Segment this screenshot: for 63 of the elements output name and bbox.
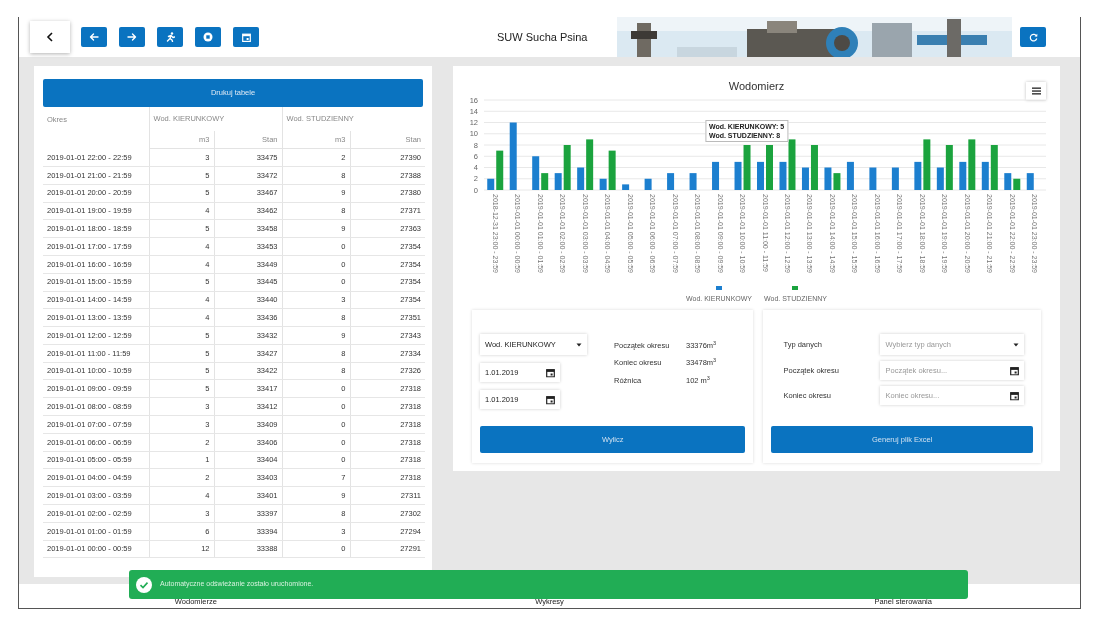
bar[interactable] <box>833 173 841 190</box>
bar[interactable] <box>599 178 607 190</box>
bar[interactable] <box>689 173 697 190</box>
bar[interactable] <box>914 161 922 190</box>
bar[interactable] <box>734 161 742 190</box>
bar[interactable] <box>788 139 796 190</box>
bar[interactable] <box>541 173 549 190</box>
chevron-left-icon <box>46 32 54 42</box>
bar[interactable] <box>757 161 764 190</box>
toolbar-button[interactable] <box>157 27 183 47</box>
app-title: SUW Sucha Psina <box>497 29 589 45</box>
bar[interactable] <box>846 161 854 190</box>
bar[interactable] <box>743 145 751 190</box>
calendar-icon <box>546 368 555 377</box>
chart-title: Wodomierz <box>728 78 785 94</box>
bar[interactable] <box>891 167 899 190</box>
refresh-icon <box>1028 32 1038 42</box>
bar[interactable] <box>981 161 989 190</box>
bar[interactable] <box>608 150 616 190</box>
back-button[interactable] <box>81 27 107 47</box>
stop-circle-icon <box>203 32 213 42</box>
forward-button[interactable] <box>119 27 145 47</box>
menu-icon <box>1031 87 1041 95</box>
bar[interactable] <box>712 161 720 190</box>
bar[interactable] <box>824 167 832 190</box>
bar[interactable] <box>1026 173 1034 190</box>
bar[interactable] <box>801 167 809 190</box>
calendar-icon <box>1010 366 1020 375</box>
bar[interactable] <box>810 145 818 190</box>
bar[interactable] <box>923 139 931 190</box>
check-circle-icon <box>136 576 152 593</box>
bar[interactable] <box>869 167 877 190</box>
caret-icon <box>576 342 582 347</box>
bar[interactable] <box>622 184 630 190</box>
bar[interactable] <box>990 145 998 190</box>
menu-button[interactable] <box>1026 82 1046 100</box>
bar[interactable] <box>779 161 787 190</box>
calendar-icon <box>546 395 555 404</box>
bar[interactable] <box>577 167 585 190</box>
bar[interactable] <box>496 150 504 190</box>
bar[interactable] <box>945 145 953 190</box>
bar[interactable] <box>586 139 594 190</box>
bar[interactable] <box>563 145 571 190</box>
arrow-left-icon <box>89 33 99 41</box>
caret-icon <box>1013 342 1020 347</box>
bar[interactable] <box>959 161 967 190</box>
bar[interactable] <box>532 156 540 190</box>
bar[interactable] <box>667 173 675 190</box>
running-figure-icon <box>165 32 175 42</box>
bar[interactable] <box>1013 178 1021 190</box>
arrow-right-icon <box>127 33 137 41</box>
bar[interactable] <box>968 139 976 190</box>
stop-button[interactable] <box>195 27 221 47</box>
bar[interactable] <box>487 178 495 190</box>
refresh-button[interactable] <box>1020 27 1046 47</box>
bar[interactable] <box>1004 173 1012 190</box>
bar[interactable] <box>554 173 562 190</box>
calendar-icon <box>241 32 251 42</box>
bar[interactable] <box>936 167 944 190</box>
bar[interactable] <box>509 122 517 190</box>
calendar-button[interactable] <box>233 27 259 47</box>
bar[interactable] <box>644 178 652 190</box>
calendar-icon <box>1010 391 1020 400</box>
